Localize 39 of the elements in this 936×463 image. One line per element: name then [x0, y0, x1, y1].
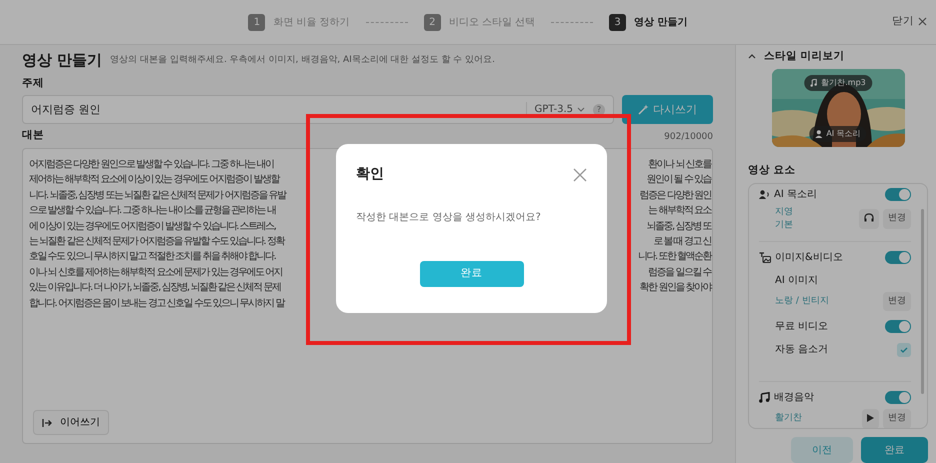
voice-value: 지영 [775, 206, 793, 218]
setting-label: 자동 음소거 [775, 343, 828, 357]
dialog-title: 확인 [356, 164, 384, 184]
script-text: 이나 뇌 신호를 제어하는 해부학적 요소에 문제가 있는 경우에도 어지 [29, 266, 282, 280]
preview-title: 스타일 미리보기 [764, 49, 845, 64]
setting-label: AI 이미지 [774, 274, 819, 288]
script-text: 럼증을 일으킬 수 [648, 266, 711, 280]
script-text: 있는 이유입니다. 더 나아가, 뇌졸중, 심장병, 뇌질환 같은 신체적 문제 [29, 281, 280, 296]
music-track: 활기찬 [775, 412, 802, 425]
script-text: 는 해부학적 요소 [648, 204, 711, 218]
script-text: 니다. 뇌졸중, 심장병 또는 뇌질환 같은 신체적 문제가 어지럼증을 유발 [29, 188, 286, 203]
script-text: 어지럼증은 다양한 원인으로 발생할 수 있습니다. 그중 하나는 내이 [29, 158, 274, 172]
script-text: 는 뇌질환 같은 신체적 문제가 어지럼증을 유발할 수도 있습니다. 정확 [29, 235, 284, 250]
topic-label: 주제 [22, 76, 45, 90]
voice-value: 기본 [775, 219, 793, 232]
script-text: 호일 수도 있으니 무시하지 말고 적절한 조치를 취을 취해야 합니다. [29, 250, 276, 264]
section-heading: AI 목소리 [774, 188, 817, 202]
script-text: 으로 발생할 수 있습니다. 그중 하나는 내이소를 균형을 관리하는 내 [29, 204, 276, 218]
script-text: 뇌졸중, 심장병 또 [646, 220, 711, 234]
setting-label: 무료 비디오 [775, 320, 828, 334]
script-text: 에 이상이 있는 경우에도 어지럼증이 발생할 수 있습니다. 스트레스, [29, 220, 276, 234]
script-text: 럼증은 다양한 원인 [640, 188, 711, 203]
page-title: 영상 만들기 [22, 50, 102, 71]
script-text: 니다. 또한 혈액순환 [638, 250, 711, 264]
script-text: 확한 원인을 찾아야 [640, 281, 711, 296]
music-chip: 활기찬.mp3 [804, 74, 872, 91]
section-heading: 배경음악 [774, 391, 814, 405]
section-heading: 이미지&비디오 [775, 250, 843, 264]
script-text: 로 볼 때 경고 신 [653, 235, 711, 250]
dialog-message: 작성한 대본으로 영상을 생성하시겠어요? [356, 211, 542, 225]
setting-value: 노랑 / 빈티지 [775, 294, 829, 308]
script-text: 제어하는 해부학적 요소에 이상이 있는 경우에도 어지럼증이 발생할 [29, 173, 279, 188]
page-description: 영상의 대본을 입력해주세요. 우측에서 이미지, 배경음악, AI목소리에 대한 설정도 할 수 있어요. [110, 54, 495, 67]
section-title: 영상 요소 [748, 162, 797, 178]
character-counter: 902/10000 [664, 130, 713, 144]
script-text: 환이나 뇌 신호를 [648, 158, 711, 172]
script-text: 합니다. 어지럼증은 몸이 보내는 경고 신호일 수도 있으니 무시하지 말 [29, 296, 284, 311]
script-text: 원인이 될 수 있습 [646, 173, 711, 188]
script-label: 대본 [22, 128, 44, 144]
